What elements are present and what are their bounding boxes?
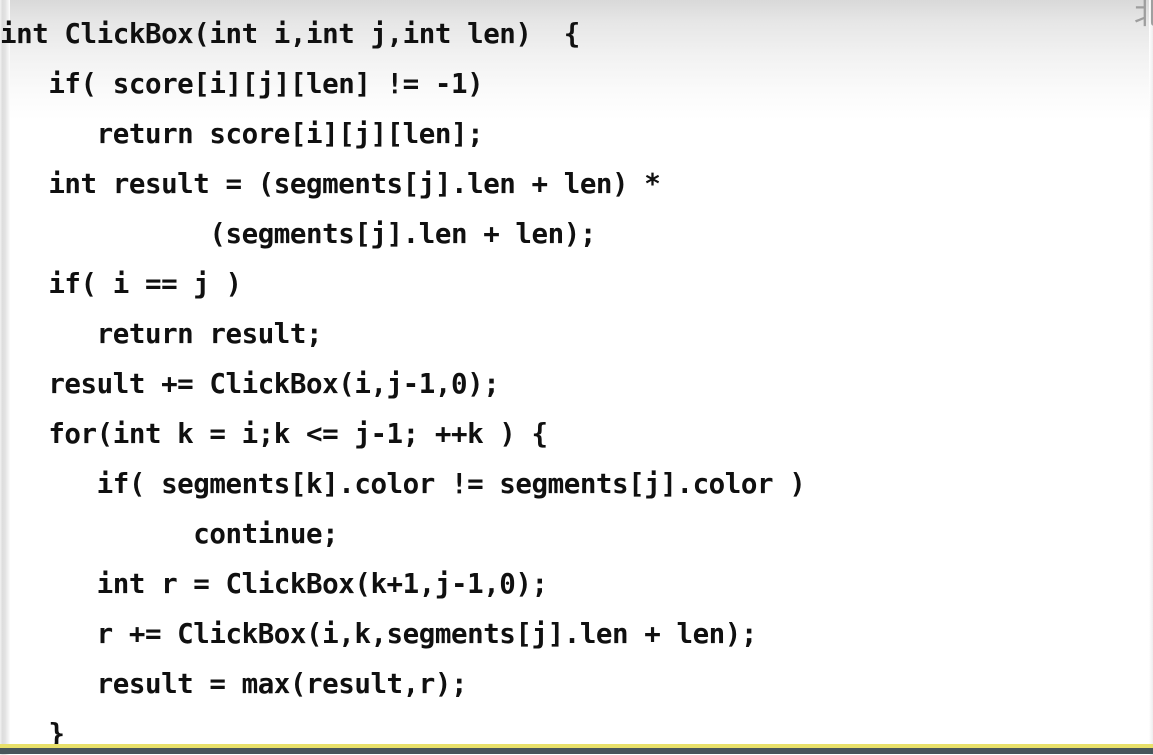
- code-line: for(int k = i;k <= j-1; ++k ) {: [0, 418, 548, 450]
- code-line: if( segments[k].color != segments[j].col…: [0, 468, 806, 500]
- code-line: int result = (segments[j].len + len) *: [0, 168, 661, 200]
- code-line: return result;: [0, 318, 323, 350]
- code-line: continue;: [0, 518, 339, 550]
- code-line: if( i == j ): [0, 268, 242, 300]
- code-line: return score[i][j][len];: [0, 118, 484, 150]
- code-line: int r = ClickBox(k+1,j-1,0);: [0, 568, 548, 600]
- code-block: int ClickBox(int i,int j,int len) { if( …: [0, 9, 1153, 755]
- code-line: (segments[j].len + len);: [0, 218, 596, 250]
- code-line: if( score[i][j][len] != -1): [0, 68, 484, 100]
- code-slide: 北 int ClickBox(int i,int j,int len) { if…: [0, 0, 1153, 755]
- code-line: r += ClickBox(i,k,segments[j].len + len)…: [0, 618, 758, 650]
- bottom-base-rule: [0, 748, 1153, 754]
- code-line: int ClickBox(int i,int j,int len) {: [0, 18, 580, 50]
- code-line: result += ClickBox(i,j-1,0);: [0, 368, 500, 400]
- code-line: result = max(result,r);: [0, 668, 468, 700]
